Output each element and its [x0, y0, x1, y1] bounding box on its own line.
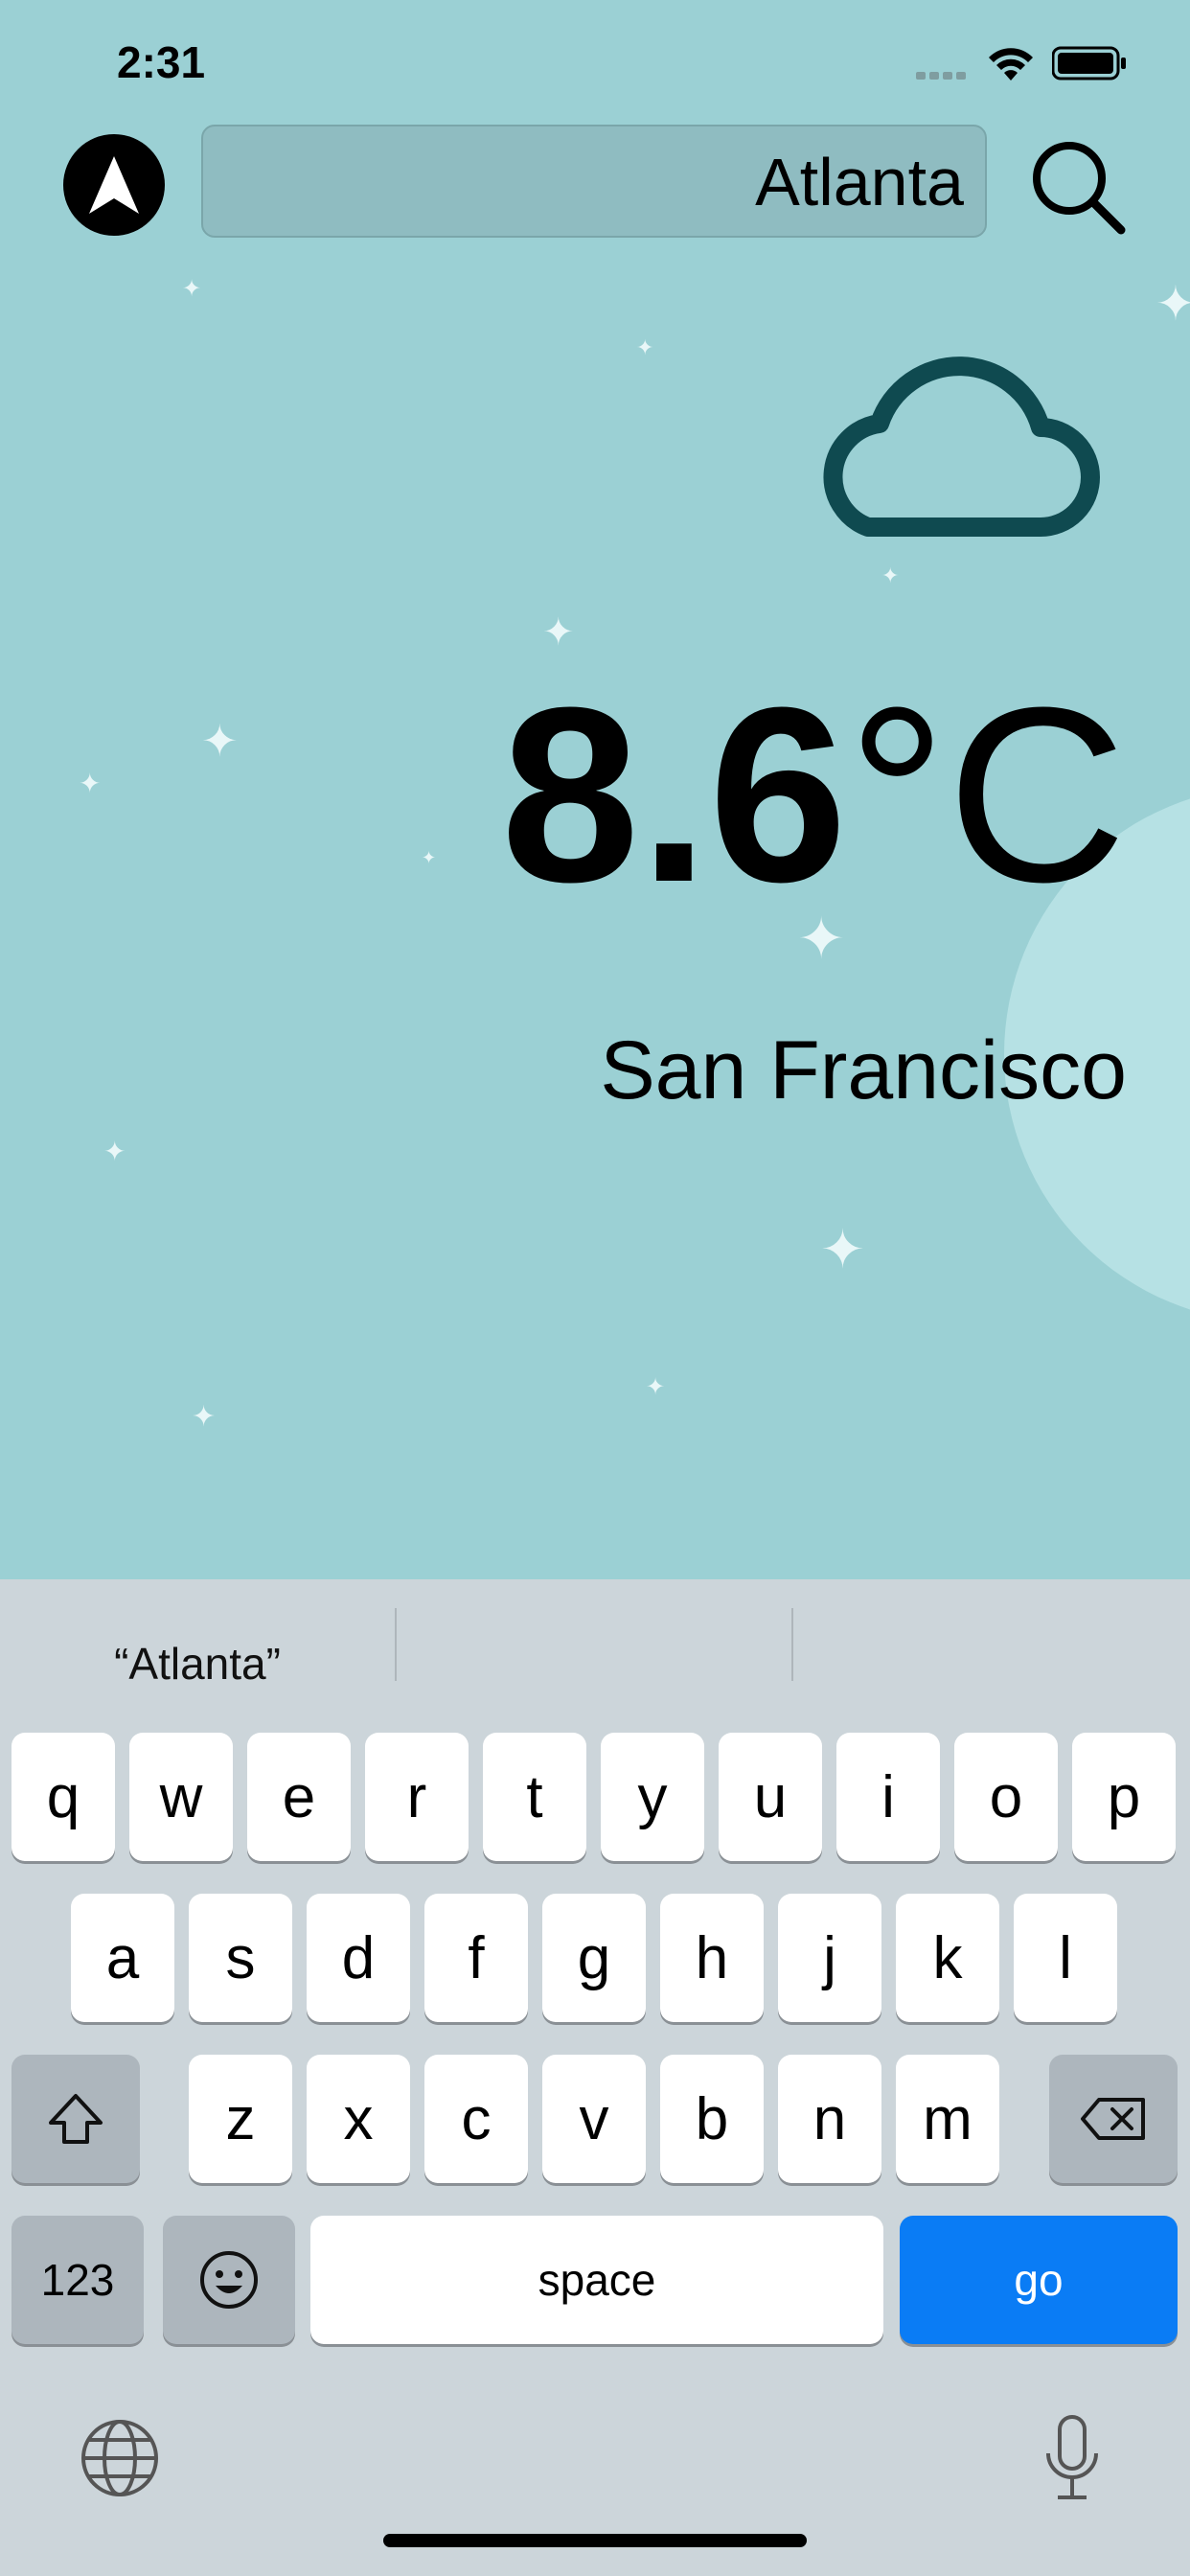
key-y[interactable]: y — [601, 1733, 704, 1861]
key-p[interactable]: p — [1072, 1733, 1176, 1861]
globe-icon[interactable] — [77, 2415, 163, 2501]
key-x[interactable]: x — [307, 2055, 410, 2183]
go-key[interactable]: go — [900, 2216, 1178, 2344]
search-icon — [1033, 142, 1126, 235]
star-icon: ✦ — [1156, 277, 1190, 331]
search-input-value: Atlanta — [755, 145, 964, 219]
key-q[interactable]: q — [11, 1733, 115, 1861]
key-h[interactable]: h — [660, 1894, 764, 2022]
key-t[interactable]: t — [483, 1733, 586, 1861]
weather-screen: ✦ ✦ ✦ ✦ ✦ ✦ ✦ ✦ ✦ ✦ ✦ ✦ ✦ ✦ ✦ 2:31 Atlan… — [0, 0, 1190, 1579]
microphone-icon[interactable] — [1039, 2411, 1106, 2507]
key-b[interactable]: b — [660, 2055, 764, 2183]
key-m[interactable]: m — [896, 2055, 999, 2183]
star-icon: ✦ — [881, 564, 900, 587]
key-c[interactable]: c — [424, 2055, 528, 2183]
key-v[interactable]: v — [542, 2055, 646, 2183]
city-search-input[interactable]: Atlanta — [201, 125, 987, 238]
city-name: San Francisco — [600, 1024, 1127, 1116]
cloud-icon — [801, 335, 1117, 546]
key-r[interactable]: r — [365, 1733, 469, 1861]
delete-icon — [1081, 2098, 1145, 2140]
key-k[interactable]: k — [896, 1894, 999, 2022]
location-button[interactable] — [63, 134, 165, 236]
home-indicator — [383, 2534, 807, 2547]
shift-key[interactable] — [11, 2055, 140, 2183]
numbers-key[interactable]: 123 — [11, 2216, 144, 2344]
cellular-signal-icon — [916, 69, 970, 80]
shift-arrow-icon — [49, 2094, 103, 2144]
key-a[interactable]: a — [71, 1894, 174, 2022]
battery-icon — [1051, 46, 1127, 80]
emoji-icon — [200, 2251, 258, 2309]
star-icon: ✦ — [103, 1137, 126, 1166]
key-z[interactable]: z — [189, 2055, 292, 2183]
wifi-icon — [987, 44, 1035, 82]
key-w[interactable]: w — [129, 1733, 233, 1861]
key-e[interactable]: e — [247, 1733, 351, 1861]
key-o[interactable]: o — [954, 1733, 1058, 1861]
navigation-arrow-icon — [89, 156, 139, 214]
star-icon: ✦ — [201, 716, 239, 766]
star-icon: ✦ — [636, 335, 654, 359]
temperature-value: 8.6 — [500, 656, 848, 934]
space-key[interactable]: space — [310, 2216, 883, 2344]
suggestion-2[interactable] — [397, 1625, 791, 1702]
star-icon: ✦ — [192, 1401, 217, 1433]
key-g[interactable]: g — [542, 1894, 646, 2022]
star-icon: ✦ — [182, 276, 202, 302]
suggestion-3[interactable] — [793, 1625, 1190, 1702]
key-i[interactable]: i — [836, 1733, 940, 1861]
star-icon: ✦ — [820, 1219, 865, 1279]
status-time: 2:31 — [117, 37, 206, 87]
key-u[interactable]: u — [719, 1733, 822, 1861]
star-icon: ✦ — [542, 611, 575, 654]
key-d[interactable]: d — [307, 1894, 410, 2022]
search-button[interactable] — [1025, 134, 1131, 240]
star-icon: ✦ — [646, 1374, 666, 1400]
key-n[interactable]: n — [778, 2055, 881, 2183]
key-l[interactable]: l — [1014, 1894, 1117, 2022]
keyboard: “Atlanta” q w e r t y u i o p a s d f g … — [0, 1579, 1190, 2576]
key-j[interactable]: j — [778, 1894, 881, 2022]
emoji-key[interactable] — [163, 2216, 295, 2344]
star-icon: ✦ — [422, 848, 437, 867]
backspace-key[interactable] — [1049, 2055, 1178, 2183]
star-icon: ✦ — [79, 769, 102, 798]
key-f[interactable]: f — [424, 1894, 528, 2022]
temperature: 8.6°C — [501, 671, 1127, 920]
temperature-unit: °C — [847, 656, 1127, 934]
suggestion-1[interactable]: “Atlanta” — [0, 1625, 395, 1702]
key-s[interactable]: s — [189, 1894, 292, 2022]
